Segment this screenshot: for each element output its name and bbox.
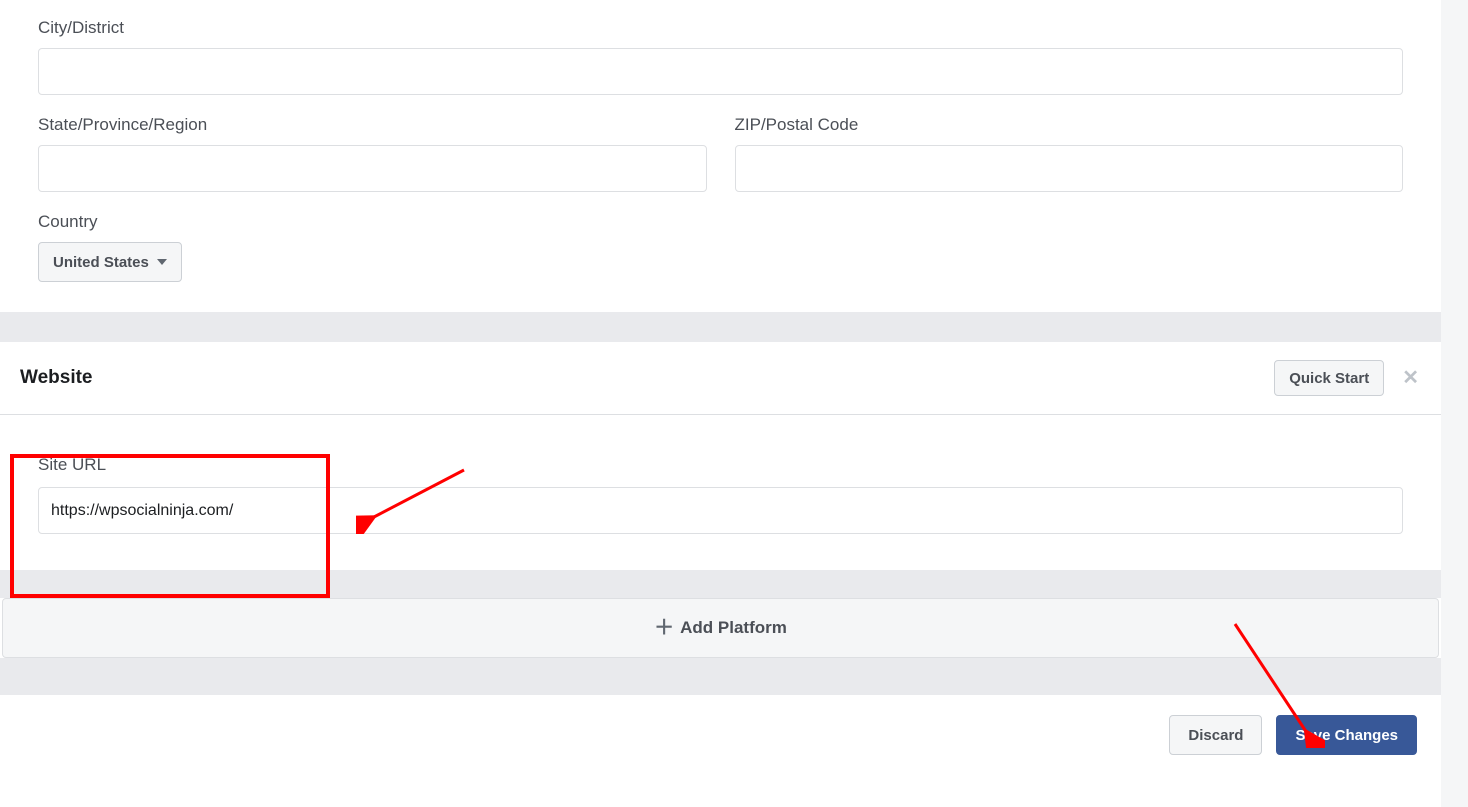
section-divider xyxy=(0,658,1441,695)
close-icon[interactable]: ✕ xyxy=(1402,368,1419,388)
right-margin xyxy=(1441,0,1468,807)
section-divider xyxy=(0,312,1441,342)
city-district-label: City/District xyxy=(38,18,1403,38)
plus-icon: ＋ xyxy=(654,618,674,638)
website-section-title: Website xyxy=(20,367,93,389)
site-url-input[interactable] xyxy=(38,487,1403,534)
section-divider xyxy=(0,570,1441,598)
zip-postal-label: ZIP/Postal Code xyxy=(735,115,1404,135)
country-value: United States xyxy=(53,254,149,271)
discard-button[interactable]: Discard xyxy=(1169,715,1262,755)
add-platform-button[interactable]: ＋ Add Platform xyxy=(2,598,1439,658)
add-platform-label: Add Platform xyxy=(680,618,787,638)
state-province-label: State/Province/Region xyxy=(38,115,707,135)
state-province-input[interactable] xyxy=(38,145,707,192)
country-select[interactable]: United States xyxy=(38,242,182,282)
site-url-label: Site URL xyxy=(38,455,1403,475)
chevron-down-icon xyxy=(157,259,167,265)
country-label: Country xyxy=(38,212,1403,232)
city-district-input[interactable] xyxy=(38,48,1403,95)
quick-start-button[interactable]: Quick Start xyxy=(1274,360,1384,396)
save-changes-button[interactable]: Save Changes xyxy=(1276,715,1417,755)
zip-postal-input[interactable] xyxy=(735,145,1404,192)
